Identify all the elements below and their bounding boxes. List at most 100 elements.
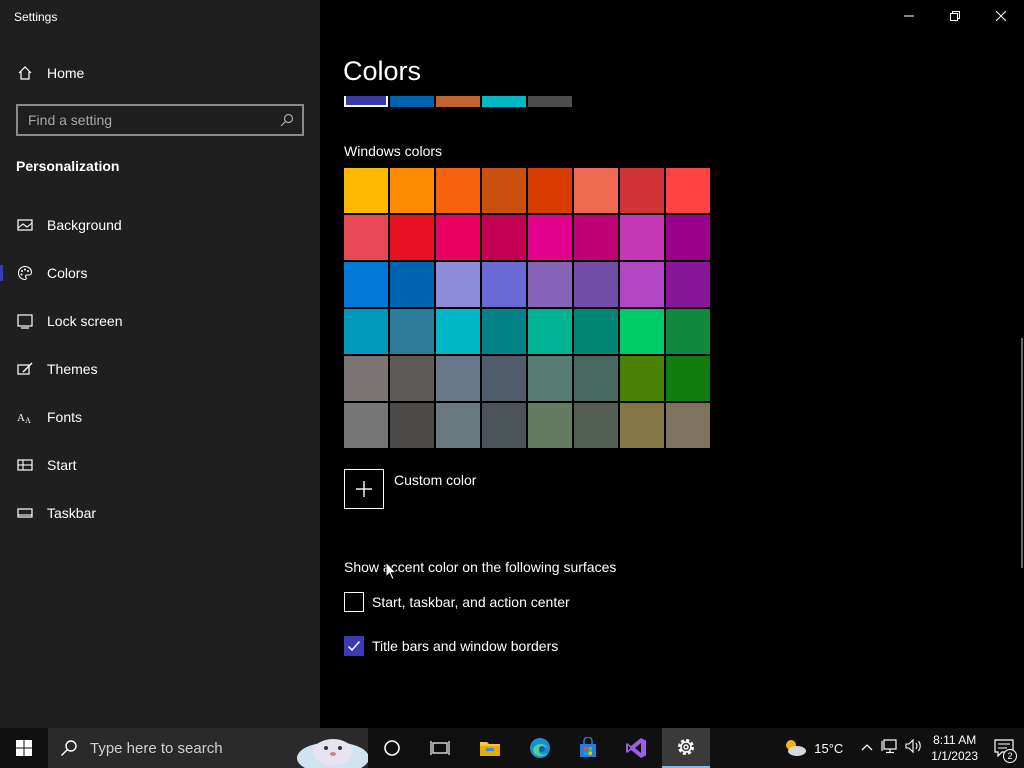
windows-colors-label: Windows colors [344,143,443,159]
app-title: Settings [14,10,58,24]
taskbar-search-box[interactable]: Type here to search [48,728,368,768]
close-button[interactable] [978,0,1024,32]
color-swatch[interactable] [620,309,664,354]
color-swatch[interactable] [666,215,710,260]
color-swatch[interactable] [344,403,388,448]
store-button[interactable] [564,728,612,768]
settings-taskbar-button[interactable] [662,728,710,768]
sidebar-item-label: Themes [47,361,98,377]
sidebar-item-taskbar[interactable]: Taskbar [0,493,320,533]
color-swatch[interactable] [528,309,572,354]
window-controls [886,0,1024,32]
chevron-up-icon[interactable] [861,739,873,757]
windows-logo-icon [16,740,32,756]
color-swatch[interactable] [436,215,480,260]
color-swatch[interactable] [436,403,480,448]
recent-color-swatch[interactable] [482,96,526,107]
visual-studio-icon [626,738,646,758]
home-nav-item[interactable]: Home [0,53,320,93]
color-swatch[interactable] [390,262,434,307]
color-swatch[interactable] [666,403,710,448]
sidebar-item-start[interactable]: Start [0,445,320,485]
sidebar-item-lock-screen[interactable]: Lock screen [0,301,320,341]
color-swatch[interactable] [344,215,388,260]
color-swatch[interactable] [482,262,526,307]
color-swatch[interactable] [666,168,710,213]
recent-color-swatch[interactable] [390,96,434,107]
color-swatch[interactable] [436,309,480,354]
color-swatch[interactable] [620,215,664,260]
color-swatch[interactable] [344,262,388,307]
minimize-button[interactable] [886,0,932,32]
color-swatch[interactable] [482,403,526,448]
custom-color-button[interactable]: Custom color [344,469,476,509]
color-swatch[interactable] [528,168,572,213]
sidebar-item-label: Background [47,217,122,233]
color-swatch[interactable] [390,168,434,213]
color-swatch[interactable] [482,168,526,213]
color-swatch[interactable] [620,168,664,213]
restore-button[interactable] [932,0,978,32]
color-swatch[interactable] [344,356,388,401]
color-swatch[interactable] [574,403,618,448]
cortana-button[interactable] [368,728,416,768]
color-swatch[interactable] [344,309,388,354]
sidebar-item-colors[interactable]: Colors [0,253,320,293]
color-swatch[interactable] [574,215,618,260]
start-taskbar-checkbox-row[interactable]: Start, taskbar, and action center [344,592,570,612]
color-swatch[interactable] [390,356,434,401]
network-icon[interactable] [881,738,899,759]
sidebar-item-fonts[interactable]: AA Fonts [0,397,320,437]
color-swatch[interactable] [436,168,480,213]
search-icon[interactable] [280,113,294,127]
recent-color-swatch[interactable] [528,96,572,107]
title-bars-checkbox[interactable] [344,636,364,656]
color-swatch[interactable] [482,215,526,260]
color-swatch[interactable] [620,262,664,307]
themes-icon [17,361,33,377]
checkbox-label: Title bars and window borders [372,638,559,654]
color-swatch[interactable] [344,168,388,213]
find-setting-search[interactable] [16,104,304,136]
weather-icon[interactable] [782,737,808,759]
volume-icon[interactable] [905,738,923,759]
color-swatch[interactable] [390,403,434,448]
recent-color-swatch[interactable] [436,96,480,107]
color-swatch[interactable] [528,356,572,401]
edge-button[interactable] [516,728,564,768]
color-swatch[interactable] [666,262,710,307]
color-swatch[interactable] [620,356,664,401]
color-swatch[interactable] [666,309,710,354]
home-label: Home [47,65,85,81]
clock[interactable]: 8:11 AM 1/1/2023 [931,732,978,764]
color-swatch[interactable] [574,356,618,401]
file-explorer-button[interactable] [466,728,514,768]
recent-color-swatch[interactable] [344,96,388,107]
action-center-button[interactable]: 2 [984,728,1024,768]
task-view-button[interactable] [416,728,464,768]
color-swatch[interactable] [390,215,434,260]
color-swatch[interactable] [574,168,618,213]
start-button[interactable] [0,728,48,768]
scrollbar[interactable] [1021,338,1023,568]
color-swatch[interactable] [574,309,618,354]
color-swatch[interactable] [528,215,572,260]
color-swatch[interactable] [574,262,618,307]
color-swatch[interactable] [528,403,572,448]
start-taskbar-checkbox[interactable] [344,592,364,612]
title-bars-checkbox-row[interactable]: Title bars and window borders [344,636,558,656]
visual-studio-button[interactable] [612,728,660,768]
weather-temperature[interactable]: 15°C [814,741,843,756]
color-swatch[interactable] [528,262,572,307]
color-swatch[interactable] [390,309,434,354]
taskbar: Type here to search 15°C 8:11 AM 1/1/202… [0,728,1024,768]
sidebar-item-background[interactable]: Background [0,205,320,245]
color-swatch[interactable] [482,309,526,354]
color-swatch[interactable] [436,262,480,307]
find-setting-input[interactable] [18,106,302,134]
color-swatch[interactable] [482,356,526,401]
sidebar-item-themes[interactable]: Themes [0,349,320,389]
color-swatch[interactable] [666,356,710,401]
color-swatch[interactable] [620,403,664,448]
color-swatch[interactable] [436,356,480,401]
